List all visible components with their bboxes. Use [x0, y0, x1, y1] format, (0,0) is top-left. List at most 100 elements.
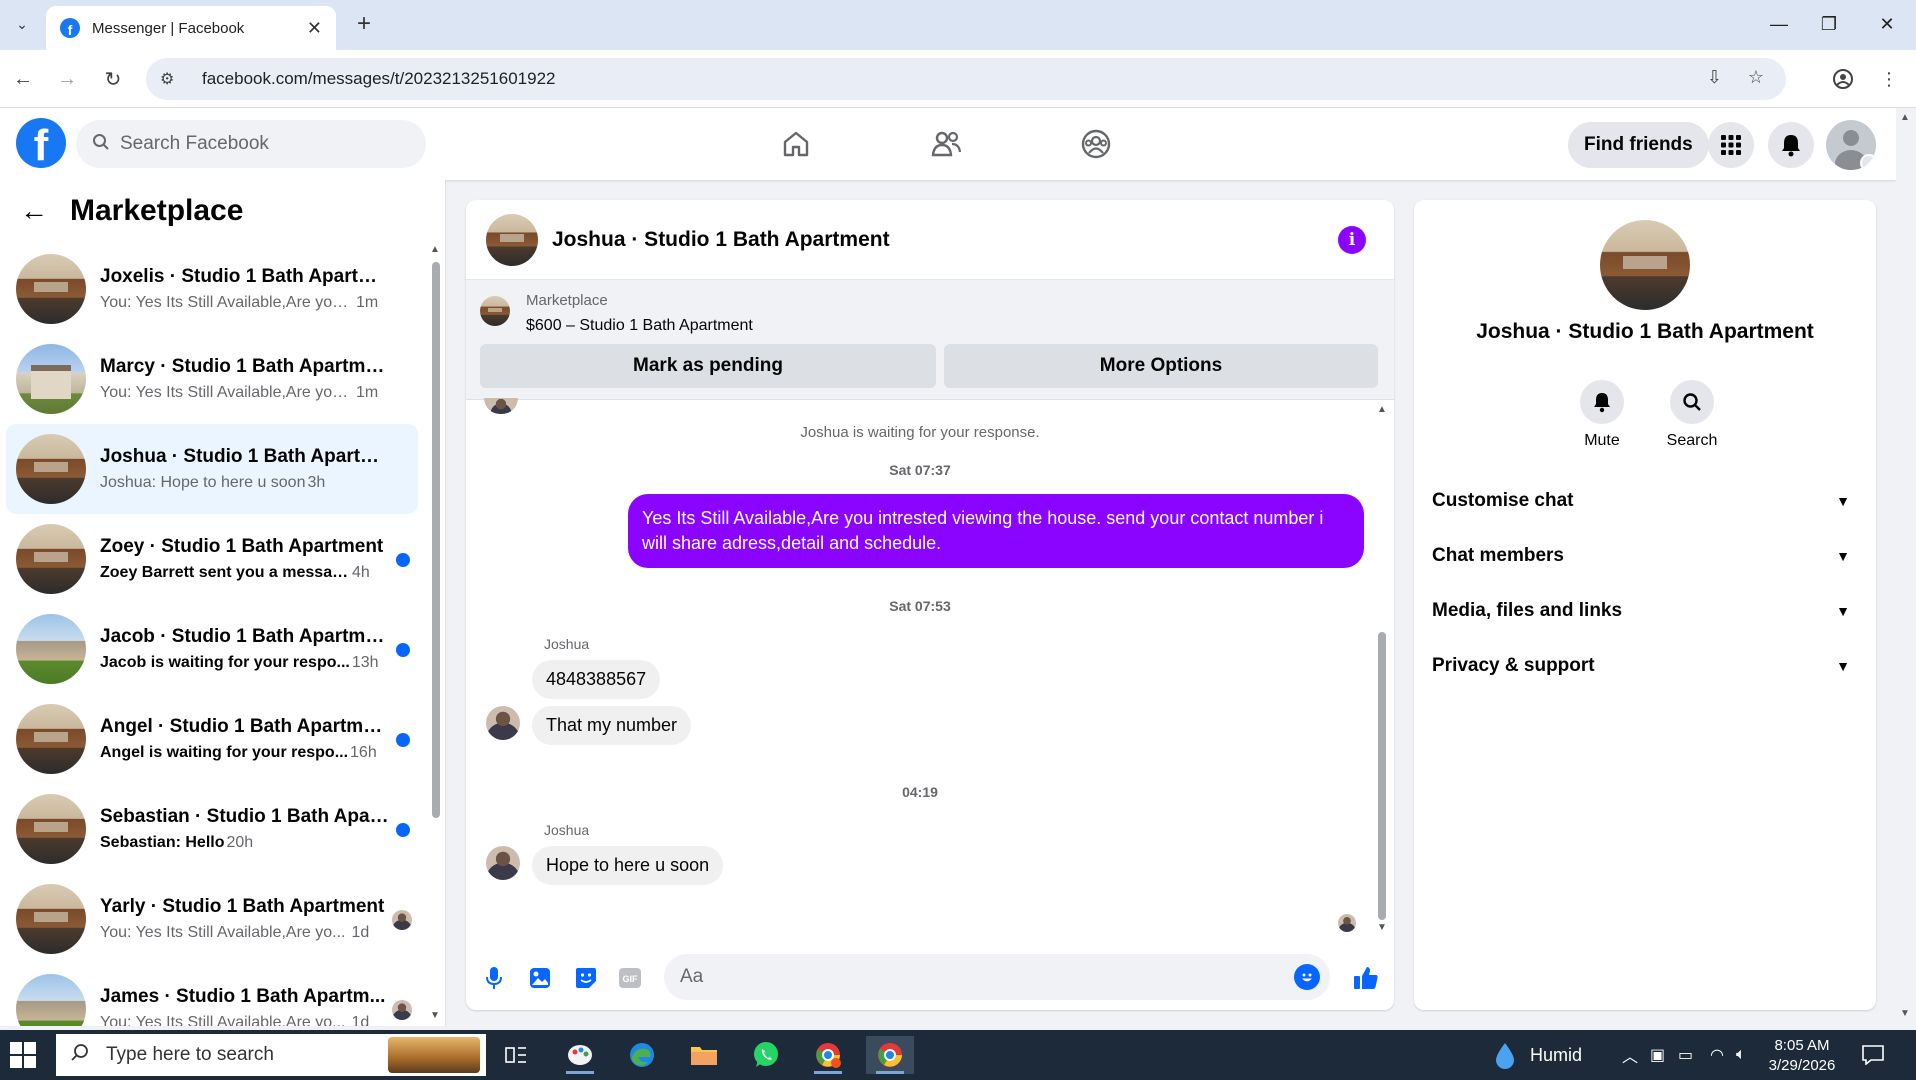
paint-app-icon[interactable]	[556, 1036, 604, 1074]
facebook-search-input[interactable]	[120, 133, 380, 155]
sender-avatar[interactable]	[486, 706, 520, 740]
sender-avatar[interactable]	[486, 846, 520, 880]
svg-text:GIF: GIF	[623, 974, 639, 984]
tab-close-icon[interactable]: ✕	[307, 18, 322, 39]
conversation-item[interactable]: Zoey · Studio 1 Bath Apartment Zoey Barre…	[6, 514, 418, 604]
conversation-item[interactable]: Sebastian · Studio 1 Bath Apart... Sebast…	[6, 784, 418, 874]
battery-icon[interactable]: ▭	[1678, 1030, 1693, 1080]
minimize-icon[interactable]: —	[1756, 8, 1802, 40]
facebook-logo-icon[interactable]: f	[16, 118, 66, 168]
conversation-item[interactable]: James · Studio 1 Bath Apartm... You: Yes …	[6, 964, 418, 1026]
water-drop-icon	[1496, 1043, 1514, 1069]
menu-grid-icon[interactable]	[1708, 122, 1754, 168]
chat-members-section[interactable]: Chat members ▼	[1432, 531, 1858, 581]
conversation-item[interactable]: Marcy · Studio 1 Bath Apartment You: Yes …	[6, 334, 418, 424]
forward-icon[interactable]: →	[52, 64, 82, 94]
window-close-icon[interactable]: ✕	[1864, 8, 1910, 40]
find-friends-button[interactable]: Find friends	[1568, 122, 1709, 168]
search-highlight-image[interactable]	[388, 1037, 480, 1073]
mute-button[interactable]: Mute	[1562, 380, 1642, 450]
bell-icon[interactable]	[1580, 380, 1624, 424]
system-clock[interactable]: 8:05 AM 3/29/2026	[1762, 1036, 1842, 1076]
show-hidden-icons-icon[interactable]: ︿	[1622, 1030, 1638, 1080]
message-input-box[interactable]	[664, 954, 1330, 1000]
conversation-text: Zoey · Studio 1 Bath Apartment Zoey Barre…	[100, 536, 390, 582]
whatsapp-icon[interactable]	[742, 1036, 790, 1074]
sidebar-scrollbar[interactable]: ▲ ▼	[428, 244, 442, 1024]
sticker-icon[interactable]	[572, 964, 600, 992]
back-icon[interactable]: ←	[8, 64, 38, 94]
search-icon[interactable]	[1670, 380, 1714, 424]
notification-center-icon[interactable]	[1862, 1030, 1884, 1080]
listing-title[interactable]: $600 – Studio 1 Bath Apartment	[526, 317, 753, 335]
microphone-icon[interactable]	[480, 964, 508, 992]
gif-icon[interactable]: GIF	[616, 964, 644, 992]
conversation-name: James · Studio 1 Bath Apartm...	[100, 986, 386, 1007]
profile-icon[interactable]	[1828, 64, 1858, 94]
outgoing-message[interactable]: Yes Its Still Available,Are you intreste…	[628, 494, 1364, 568]
wifi-icon[interactable]: ◠	[1710, 1030, 1724, 1080]
conversation-preview: You: Yes Its Still Available,Are you i..…	[100, 384, 390, 402]
file-explorer-icon[interactable]	[680, 1036, 728, 1074]
page-scrollbar[interactable]: ▲ ▼	[1896, 108, 1916, 1026]
browser-menu-icon[interactable]: ⋮	[1874, 64, 1904, 94]
preview-text: Angel is waiting for your respo...	[100, 744, 349, 761]
chrome-profile-icon[interactable]	[804, 1036, 852, 1074]
conversation-item[interactable]: Jacob · Studio 1 Bath Apartment Jacob is …	[6, 604, 418, 694]
task-view-icon[interactable]	[492, 1036, 540, 1074]
customise-chat-section[interactable]: Customise chat ▼	[1432, 476, 1858, 526]
windows-start-icon[interactable]	[10, 1042, 36, 1068]
facebook-favicon-icon: f	[60, 18, 80, 38]
reload-icon[interactable]: ↻	[98, 64, 128, 94]
chrome-browser-icon[interactable]	[866, 1036, 914, 1074]
preview-text: Jacob is waiting for your respo...	[100, 654, 350, 671]
restore-icon[interactable]: ❐	[1806, 8, 1852, 40]
taskbar-search-box[interactable]: Type here to search	[56, 1034, 486, 1076]
listing-thumbnail[interactable]	[480, 296, 510, 326]
groups-icon[interactable]	[1076, 124, 1116, 164]
tab-search-chevron-icon[interactable]: ⌄	[8, 10, 36, 38]
edge-browser-icon[interactable]	[618, 1036, 666, 1074]
conversation-item[interactable]: Joxelis · Studio 1 Bath Apartment You: Ye…	[6, 244, 418, 334]
mark-as-pending-button[interactable]: Mark as pending	[480, 344, 936, 388]
taskbar-search-placeholder: Type here to search	[106, 1044, 274, 1065]
incoming-message[interactable]: Hope to here u soon	[532, 846, 724, 885]
media-files-links-section[interactable]: Media, files and links ▼	[1432, 586, 1858, 636]
photo-icon[interactable]	[526, 964, 554, 992]
friends-icon[interactable]	[926, 124, 966, 164]
search-conversation-button[interactable]: Search	[1652, 380, 1732, 450]
url-text[interactable]: facebook.com/messages/t/2023213251601922	[202, 69, 555, 89]
browser-tab[interactable]: f Messenger | Facebook ✕	[46, 6, 336, 50]
bookmark-star-icon[interactable]: ☆	[1748, 67, 1764, 88]
address-bar[interactable]: ⚙ facebook.com/messages/t/20232132516019…	[146, 58, 1786, 100]
more-options-button[interactable]: More Options	[944, 344, 1378, 388]
incoming-message[interactable]: 4848388567	[532, 660, 661, 699]
message-input[interactable]	[680, 966, 1240, 988]
chat-scrollbar[interactable]: ▲ ▼	[1374, 400, 1390, 940]
thumbs-up-icon[interactable]	[1352, 964, 1380, 992]
conversation-item[interactable]: Joshua · Studio 1 Bath Apartment Joshua: …	[6, 424, 418, 514]
new-tab-icon[interactable]: +	[350, 10, 378, 38]
emoji-icon[interactable]	[1294, 964, 1320, 990]
facebook-search-box[interactable]	[76, 120, 426, 168]
site-settings-icon[interactable]: ⚙	[160, 69, 184, 89]
weather-widget[interactable]: Humid	[1494, 1030, 1582, 1080]
info-icon[interactable]: i	[1338, 226, 1366, 254]
meet-now-icon[interactable]: ▣	[1650, 1030, 1665, 1080]
mute-label: Mute	[1584, 432, 1620, 449]
preview-text: You: Yes Its Still Available,Are you i..…	[100, 294, 350, 311]
account-avatar[interactable]: ⌄	[1826, 120, 1876, 170]
listing-profile-image[interactable]	[1600, 220, 1690, 310]
chat-title[interactable]: Joshua · Studio 1 Bath Apartment	[552, 228, 890, 252]
timestamp: 04:19	[902, 784, 938, 800]
conversation-item[interactable]: Yarly · Studio 1 Bath Apartment You: Yes …	[6, 874, 418, 964]
notifications-bell-icon[interactable]	[1768, 122, 1814, 168]
back-arrow-icon[interactable]: ←	[20, 195, 48, 227]
chat-listing-thumbnail[interactable]	[486, 213, 538, 266]
privacy-support-section[interactable]: Privacy & support ▼	[1432, 641, 1858, 691]
install-app-icon[interactable]: ⇩	[1707, 67, 1722, 88]
volume-icon[interactable]: 🔈︎	[1736, 1030, 1746, 1080]
home-icon[interactable]	[776, 124, 816, 164]
incoming-message[interactable]: That my number	[532, 706, 692, 745]
conversation-item[interactable]: Angel · Studio 1 Bath Apartment Angel is …	[6, 694, 418, 784]
